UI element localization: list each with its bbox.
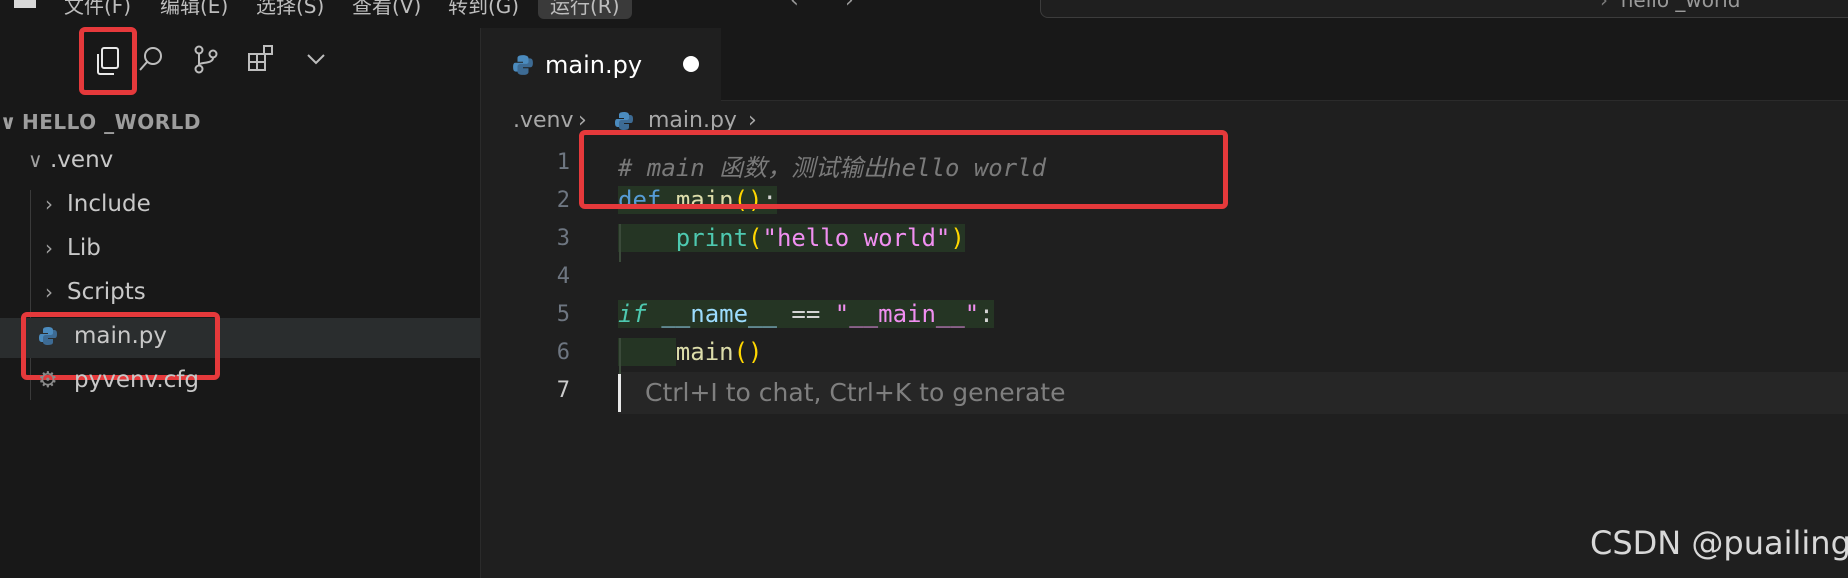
- breadcrumb-venv[interactable]: .venv: [513, 108, 574, 133]
- menu-go[interactable]: 转到(G): [448, 0, 519, 19]
- comment-highlight: [579, 130, 1228, 209]
- chevron-right-icon: ›: [45, 236, 53, 260]
- tree-item-main-py[interactable]: main.py: [38, 323, 167, 349]
- line-number: 5: [556, 302, 570, 327]
- chevron-down-icon[interactable]: [295, 38, 337, 80]
- chevron-right-icon: ›: [45, 280, 53, 304]
- source-control-icon[interactable]: [185, 38, 227, 80]
- back-arrow-icon[interactable]: ‹: [790, 0, 799, 13]
- code-indent-guide: [619, 224, 621, 262]
- explorer-root-folder[interactable]: ∨ HELLO _WORLD: [0, 110, 201, 134]
- inline-ai-hint: Ctrl+I to chat, Ctrl+K to generate: [645, 378, 1066, 407]
- python-file-icon: [513, 55, 533, 75]
- line-number: 4: [556, 264, 570, 289]
- tree-item-venv[interactable]: ∨ .venv: [28, 147, 113, 173]
- code-function-call: main: [675, 338, 734, 366]
- text-caret: [618, 374, 621, 412]
- tree-item-label: main.py: [74, 323, 167, 349]
- code-operator: ==: [791, 300, 821, 328]
- unsaved-dot-icon[interactable]: [683, 56, 699, 72]
- code-string: "hello world": [762, 224, 951, 252]
- line-number: 2: [556, 188, 570, 213]
- explorer-icon[interactable]: [79, 27, 137, 95]
- code-indent-guide: [619, 338, 621, 376]
- chevron-right-icon: ›: [45, 192, 53, 216]
- python-file-icon: [39, 327, 57, 345]
- tree-item-include[interactable]: › Include: [45, 191, 151, 217]
- code-variable: __name__: [661, 300, 777, 328]
- tree-item-label: Include: [67, 191, 151, 217]
- tree-item-pyvenv-cfg[interactable]: ⚙ pyvenv.cfg: [38, 367, 199, 393]
- chevron-down-icon: ∨: [28, 148, 43, 172]
- line-number: 1: [556, 150, 570, 175]
- menu-bar: 文件(F) 编辑(E) 选择(S) 查看(V) 转到(G) 运行(R) ‹ › …: [0, 0, 1848, 28]
- code-line-6[interactable]: main(): [618, 338, 763, 366]
- menu-run[interactable]: 运行(R): [538, 0, 632, 19]
- code-builtin: print: [675, 224, 749, 252]
- line-number: 7: [556, 378, 570, 403]
- line-number: 3: [556, 226, 570, 251]
- menu-file[interactable]: 文件(F): [64, 0, 131, 19]
- tree-item-label: .venv: [50, 147, 114, 173]
- forward-arrow-icon[interactable]: ›: [845, 0, 854, 13]
- tree-item-scripts[interactable]: › Scripts: [45, 279, 146, 305]
- code-line-3[interactable]: print("hello world"): [618, 224, 965, 252]
- code-punctuation: :: [979, 300, 994, 328]
- gear-icon: ⚙: [38, 367, 58, 393]
- search-icon[interactable]: [130, 38, 172, 80]
- code-line-5[interactable]: if __name__ == "__main__":: [618, 300, 994, 328]
- code-string: "__main__": [834, 300, 980, 328]
- chevron-down-icon: ∨: [0, 110, 17, 134]
- menu-view[interactable]: 查看(V): [352, 0, 421, 19]
- menu-edit[interactable]: 编辑(E): [160, 0, 228, 19]
- tree-item-label: Lib: [67, 235, 101, 261]
- tab-label: main.py: [545, 51, 643, 79]
- extensions-icon[interactable]: [240, 38, 282, 80]
- python-file-icon: [615, 112, 633, 130]
- tree-item-label: Scripts: [67, 279, 146, 305]
- watermark: CSDN @puailing: [1590, 524, 1848, 562]
- command-center-label: › hello _world: [1600, 0, 1741, 12]
- menu-selection[interactable]: 选择(S): [256, 0, 324, 19]
- line-number: 6: [556, 340, 570, 365]
- tree-item-label: pyvenv.cfg: [74, 367, 200, 393]
- tree-item-lib[interactable]: › Lib: [45, 235, 101, 261]
- code-keyword: if: [618, 300, 647, 328]
- app-logo-icon: [14, 0, 36, 8]
